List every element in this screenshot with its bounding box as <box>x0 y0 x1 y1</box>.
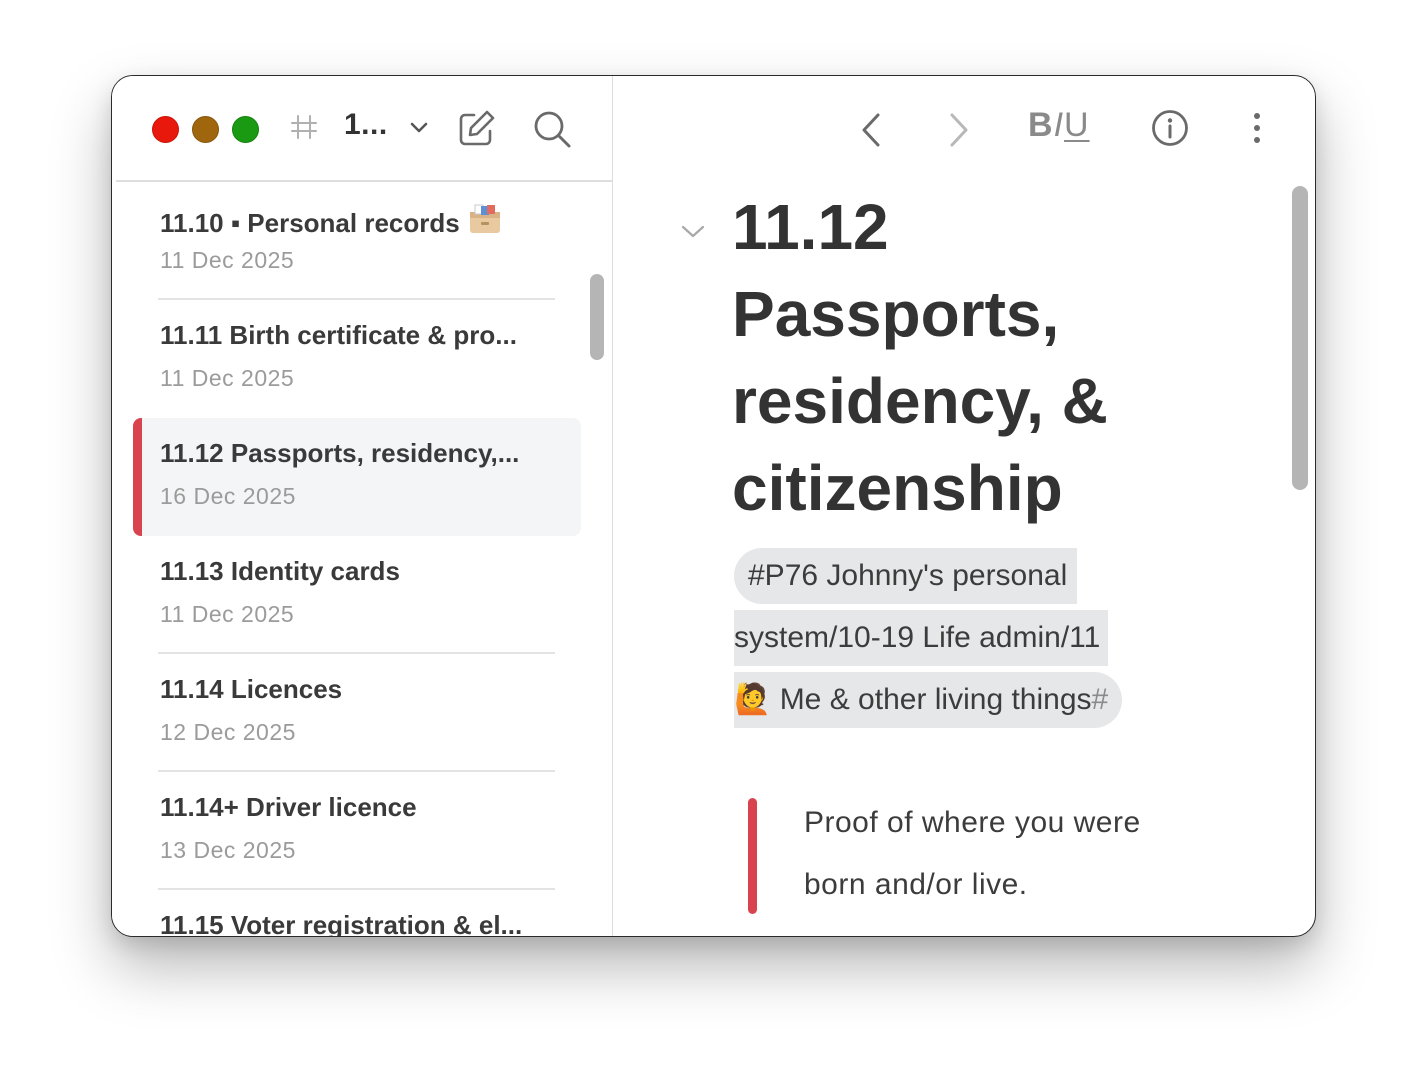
note-title: 11.10 ▪ Personal records <box>160 202 502 241</box>
list-item[interactable]: 11.11 Birth certificate & pro... 11 Dec … <box>133 300 581 418</box>
note-title: 11.11 Birth certificate & pro... <box>160 320 517 350</box>
chevron-down-icon[interactable] <box>408 120 430 136</box>
person-raising-hand-icon: 🙋 <box>734 683 772 716</box>
back-icon[interactable] <box>856 110 886 150</box>
note-date: 12 Dec 2025 <box>160 719 296 745</box>
underline-label: U <box>1064 106 1090 144</box>
tag-line-2: system/10-19 Life admin/11 <box>734 610 1109 666</box>
blockquote-line: Proof of where you were <box>804 806 1141 839</box>
list-item[interactable]: 11.10 ▪ Personal records 11 Dec 2025 <box>133 182 581 300</box>
tag-line-1: #P76 Johnny's personal <box>734 548 1078 604</box>
list-item[interactable]: 11.15 Voter registration & el... <box>133 890 581 936</box>
selection-indicator <box>133 418 142 536</box>
more-options-icon[interactable] <box>1242 108 1272 148</box>
compose-icon[interactable] <box>456 109 496 149</box>
sidebar-toolbar: 1... <box>112 76 612 180</box>
note-date: 11 Dec 2025 <box>160 601 295 627</box>
editor-scrollbar[interactable] <box>1292 186 1308 490</box>
filter-icon[interactable] <box>290 112 318 142</box>
page-title[interactable]: 11.12 Passports, residency, & citizenshi… <box>732 184 1172 532</box>
note-title-text: 11.10 ▪ Personal records <box>160 208 460 238</box>
card-file-box-icon <box>468 202 502 241</box>
tag-hash: # <box>1091 683 1109 716</box>
sidebar: 1... 11.10 ▪ Personal records 11 Dec 202… <box>112 76 613 936</box>
notebook-title[interactable]: 1... <box>344 108 388 142</box>
blockquote-line: born and/or live. <box>804 868 1028 901</box>
tag-line-3-text: Me & other living things <box>771 683 1092 716</box>
bold-label: B <box>1028 106 1054 144</box>
tag-line-3: 🙋 Me & other living things# <box>734 672 1123 728</box>
list-item[interactable]: 11.14 Licences 12 Dec 2025 <box>133 654 581 772</box>
note-list: 11.10 ▪ Personal records 11 Dec 2025 11.… <box>112 182 612 936</box>
list-item-selected[interactable]: 11.12 Passports, residency,... 16 Dec 20… <box>133 418 581 536</box>
blockquote[interactable]: Proof of where you were born and/or live… <box>804 792 1224 916</box>
info-icon[interactable] <box>1150 108 1190 148</box>
note-date: 13 Dec 2025 <box>160 837 296 863</box>
note-date: 16 Dec 2025 <box>160 483 296 509</box>
search-icon[interactable] <box>532 109 572 149</box>
minimize-window-button[interactable] <box>192 116 219 143</box>
note-title: 11.12 Passports, residency,... <box>160 438 520 468</box>
blockquote-bar <box>748 798 757 914</box>
list-item[interactable]: 11.13 Identity cards 11 Dec 2025 <box>133 536 581 654</box>
note-title: 11.13 Identity cards <box>160 556 400 586</box>
zoom-window-button[interactable] <box>232 116 259 143</box>
title-line: 11.12 <box>732 191 889 263</box>
note-title: 11.14+ Driver licence <box>160 792 417 822</box>
text-format-button[interactable]: BIU <box>1028 106 1090 145</box>
title-line: Passports, <box>732 278 1060 350</box>
collapse-heading-icon[interactable] <box>678 222 708 242</box>
italic-label: I <box>1053 106 1065 144</box>
sidebar-scrollbar[interactable] <box>590 274 604 360</box>
close-window-button[interactable] <box>152 116 179 143</box>
note-date: 11 Dec 2025 <box>160 365 295 391</box>
title-line: citizenship <box>732 452 1063 524</box>
note-date: 11 Dec 2025 <box>160 247 295 273</box>
note-title: 11.15 Voter registration & el... <box>160 910 523 936</box>
list-item[interactable]: 11.14+ Driver licence 13 Dec 2025 <box>133 772 581 890</box>
forward-icon[interactable] <box>944 110 974 150</box>
app-window: 1... 11.10 ▪ Personal records 11 Dec 202… <box>111 75 1316 937</box>
editor: BIU 11.12 Passports, residency, & citize… <box>614 76 1315 936</box>
note-title: 11.14 Licences <box>160 674 343 704</box>
title-line: residency, & <box>732 365 1108 437</box>
